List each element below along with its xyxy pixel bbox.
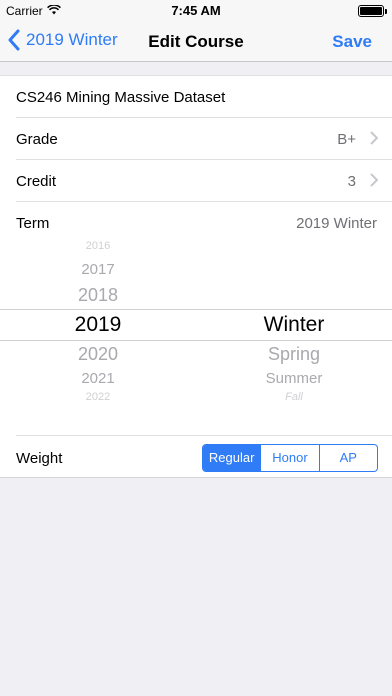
picker-season-selected[interactable]: Winter: [196, 313, 392, 337]
grade-row[interactable]: Grade B+: [16, 118, 392, 160]
grade-value: B+: [337, 131, 356, 148]
season-picker-column[interactable]: Winter Spring Summer Fall: [196, 235, 392, 407]
chevron-right-icon: [370, 173, 378, 187]
picker-year-option[interactable]: 2020: [0, 344, 196, 365]
picker-year-option[interactable]: 2018: [0, 285, 196, 306]
course-name: CS246 Mining Massive Dataset: [16, 89, 226, 106]
weight-regular-segment[interactable]: Regular: [203, 445, 261, 471]
course-name-row[interactable]: CS246 Mining Massive Dataset: [16, 76, 392, 118]
weight-ap-segment[interactable]: AP: [318, 445, 377, 471]
picker-year-option[interactable]: 2016: [0, 240, 196, 252]
weight-honor-segment[interactable]: Honor: [260, 445, 318, 471]
weight-segmented-control[interactable]: Regular Honor AP: [202, 444, 378, 472]
picker-year-selected[interactable]: 2019: [0, 313, 196, 337]
weight-label: Weight: [16, 450, 63, 467]
term-label: Term: [16, 215, 50, 232]
picker-season-option[interactable]: Fall: [196, 391, 392, 403]
status-bar: Carrier 7:45 AM: [0, 0, 392, 22]
term-value: 2019 Winter: [296, 215, 377, 232]
navigation-bar: 2019 Winter Edit Course Save: [0, 22, 392, 62]
picker-year-option[interactable]: 2021: [0, 370, 196, 387]
course-form: CS246 Mining Massive Dataset Grade B+ Cr…: [0, 75, 392, 478]
picker-season-option[interactable]: Summer: [196, 370, 392, 387]
battery-level: [360, 7, 382, 15]
picker-year-option[interactable]: 2022: [0, 391, 196, 403]
status-time: 7:45 AM: [171, 3, 221, 18]
credit-label: Credit: [16, 173, 57, 190]
chevron-right-icon: [370, 131, 378, 145]
save-button[interactable]: Save: [332, 32, 372, 52]
picker-year-option[interactable]: 2017: [0, 261, 196, 278]
year-picker-column[interactable]: 2016 2017 2018 2019 2020 2021 2022: [0, 235, 196, 407]
credit-value: 3: [347, 173, 356, 190]
battery-icon: [358, 5, 387, 17]
credit-row[interactable]: Credit 3: [16, 160, 392, 202]
term-picker[interactable]: 2016 2017 2018 2019 2020 2021 2022 Winte…: [0, 235, 392, 407]
grade-label: Grade: [16, 131, 58, 148]
picker-season-option[interactable]: Spring: [196, 344, 392, 365]
